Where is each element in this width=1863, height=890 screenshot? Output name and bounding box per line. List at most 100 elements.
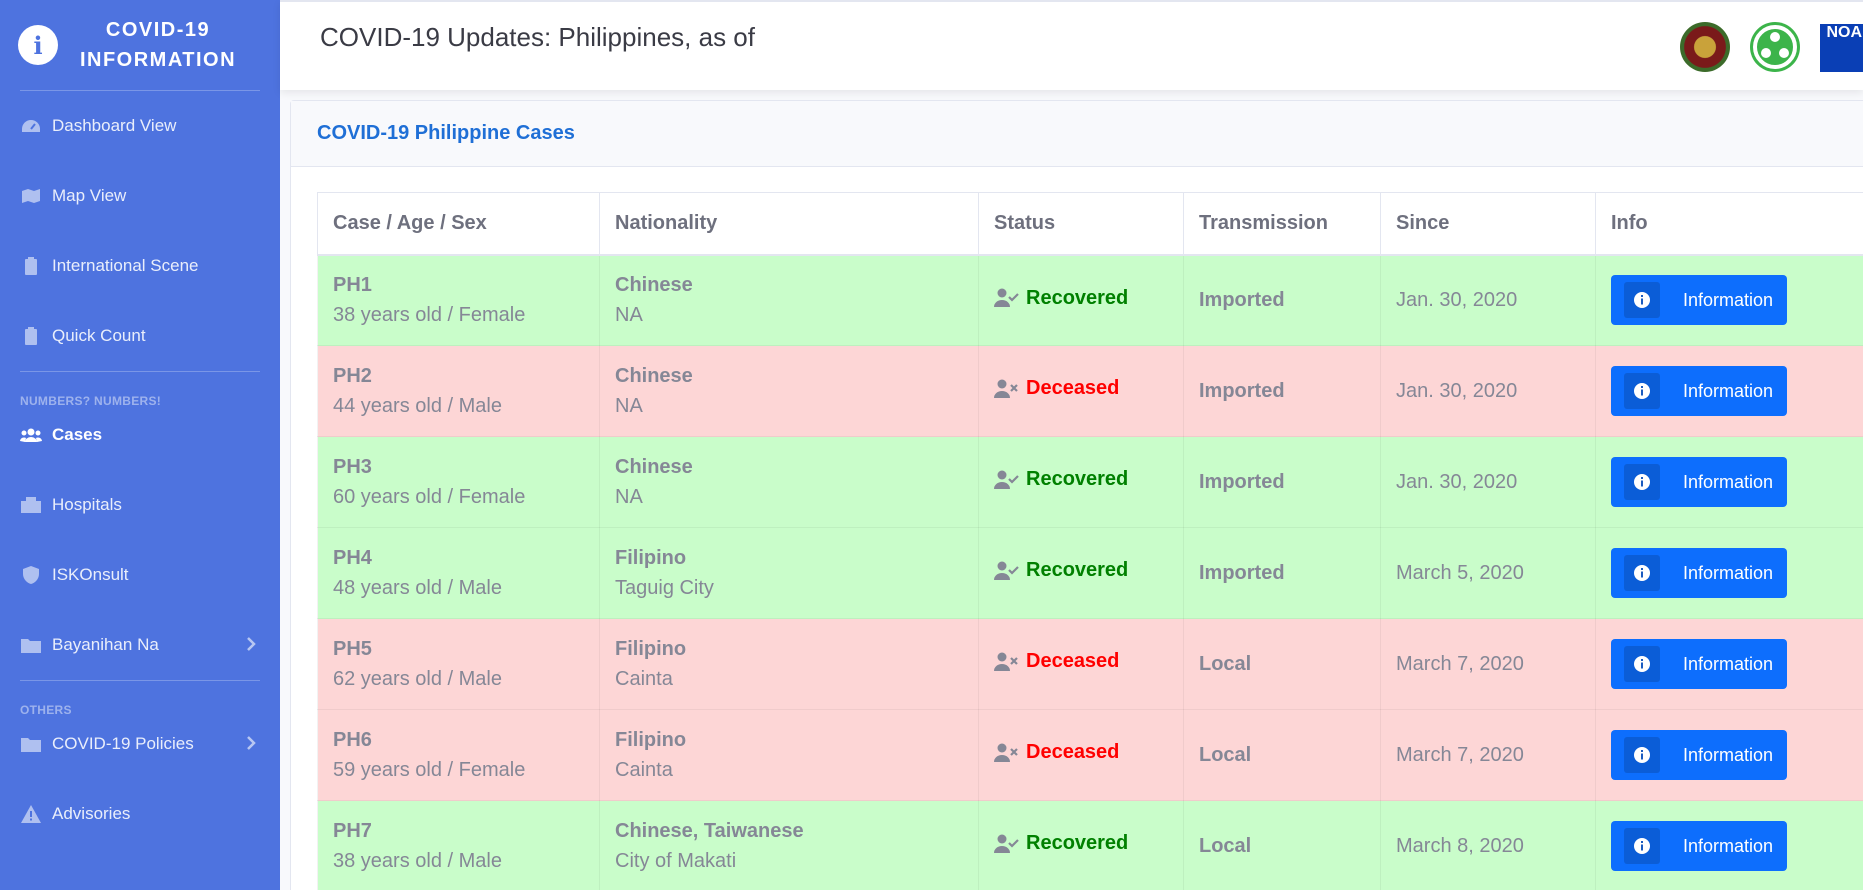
status-cell: Recovered bbox=[978, 436, 1184, 528]
status-text: Deceased bbox=[1026, 650, 1120, 673]
transmission-cell: Imported bbox=[1183, 436, 1381, 528]
column-header[interactable]: Status bbox=[978, 192, 1184, 256]
folder-icon bbox=[20, 736, 42, 752]
column-header[interactable]: Case / Age / Sex bbox=[317, 192, 600, 256]
information-button-label: Information bbox=[1683, 289, 1774, 310]
since-cell: Jan. 30, 2020 bbox=[1380, 254, 1596, 346]
tachometer-icon bbox=[20, 118, 42, 134]
cases-card: COVID-19 Philippine Cases Case / Age / S… bbox=[290, 100, 1863, 890]
sidebar-brand[interactable]: i COVID-19 INFORMATION bbox=[0, 0, 280, 90]
information-button[interactable]: Information bbox=[1611, 366, 1787, 416]
transmission: Imported bbox=[1199, 379, 1285, 402]
sidebar: i COVID-19 INFORMATION Dashboard View Ma… bbox=[0, 0, 280, 890]
transmission: Imported bbox=[1199, 288, 1285, 311]
status-badge: Deceased bbox=[994, 377, 1119, 400]
sidebar-item-covid-policies[interactable]: COVID-19 Policies bbox=[0, 709, 280, 779]
clipboard-icon bbox=[20, 327, 42, 345]
location: Taguig City bbox=[615, 577, 714, 599]
transmission-cell: Local bbox=[1183, 618, 1381, 710]
information-button-label: Information bbox=[1683, 471, 1774, 492]
case-id: PH3 bbox=[333, 456, 372, 478]
table-row: PH1 38 years old / Female Chinese NA Recover… bbox=[317, 254, 1863, 346]
status-text: Recovered bbox=[1026, 286, 1129, 309]
info-circle-icon bbox=[1624, 828, 1660, 864]
sidebar-item-label: Map View bbox=[52, 186, 127, 205]
sidebar-item-quick-count[interactable]: Quick Count bbox=[0, 301, 280, 371]
sidebar-item-label: International Scene bbox=[52, 256, 199, 275]
status-text: Recovered bbox=[1026, 832, 1129, 855]
sidebar-item-international-scene[interactable]: International Scene bbox=[0, 231, 280, 301]
sidebar-item-advisories[interactable]: Advisories bbox=[0, 779, 280, 849]
covid-logo bbox=[1750, 22, 1800, 72]
sidebar-item-label: COVID-19 Policies bbox=[52, 734, 194, 753]
brand-line-2: INFORMATION bbox=[79, 49, 237, 71]
information-button-label: Information bbox=[1683, 835, 1774, 856]
user-times-icon bbox=[994, 652, 1020, 672]
information-button[interactable]: Information bbox=[1611, 730, 1787, 780]
age-sex: 38 years old / Female bbox=[333, 304, 526, 327]
case-cell: PH4 48 years old / Male bbox=[317, 527, 600, 619]
nationality: Chinese bbox=[615, 274, 693, 297]
information-button[interactable]: Information bbox=[1611, 821, 1787, 871]
topbar: COVID-19 Updates: Philippines, as of NOA… bbox=[280, 0, 1863, 90]
sidebar-divider bbox=[20, 371, 260, 372]
since-date: Jan. 30, 2020 bbox=[1396, 379, 1518, 402]
user-check-icon bbox=[994, 561, 1020, 581]
information-button[interactable]: Information bbox=[1611, 275, 1787, 326]
column-header[interactable]: Since bbox=[1380, 192, 1596, 256]
status-badge: Deceased bbox=[994, 741, 1119, 764]
chevron-right-icon bbox=[246, 636, 256, 657]
user-times-icon bbox=[994, 379, 1020, 399]
transmission: Imported bbox=[1199, 561, 1285, 584]
column-header[interactable]: Info bbox=[1595, 192, 1863, 256]
cases-table: Case / Age / Sex Nationality Status Tran… bbox=[317, 192, 1863, 890]
sidebar-item-dashboard-view[interactable]: Dashboard View bbox=[0, 91, 280, 161]
clipboard-icon bbox=[20, 257, 42, 275]
status-cell: Deceased bbox=[978, 345, 1184, 437]
sidebar-item-map-view[interactable]: Map View bbox=[0, 161, 280, 231]
information-button[interactable]: Information bbox=[1611, 457, 1787, 507]
transmission-cell: Local bbox=[1183, 709, 1381, 801]
table-row: PH5 62 years old / Male Filipino Cainta Dece… bbox=[317, 618, 1863, 710]
case-id: PH7 bbox=[333, 820, 372, 842]
sidebar-item-hospitals[interactable]: Hospitals bbox=[0, 470, 280, 540]
column-header[interactable]: Nationality bbox=[599, 192, 979, 256]
noah-logo-text: NOAH bbox=[1826, 24, 1863, 41]
sidebar-item-label: Quick Count bbox=[52, 326, 146, 345]
age-sex: 38 years old / Male bbox=[333, 850, 502, 872]
chevron-right-icon bbox=[246, 735, 256, 756]
sidebar-item-label: Advisories bbox=[52, 804, 131, 823]
user-times-icon bbox=[994, 743, 1020, 763]
case-cell: PH2 44 years old / Male bbox=[317, 345, 600, 437]
since-date: March 7, 2020 bbox=[1396, 652, 1524, 675]
since-date: March 7, 2020 bbox=[1396, 743, 1524, 766]
column-header[interactable]: Transmission bbox=[1183, 192, 1381, 256]
status-badge: Recovered bbox=[994, 832, 1128, 855]
card-title: COVID-19 Philippine Cases bbox=[317, 122, 575, 144]
sidebar-item-iskonsult[interactable]: ISKOnsult bbox=[0, 540, 280, 610]
info-cell: Information bbox=[1595, 709, 1863, 801]
information-button[interactable]: Information bbox=[1611, 639, 1787, 689]
sidebar-divider bbox=[20, 680, 260, 681]
status-badge: Recovered bbox=[994, 287, 1128, 310]
location: City of Makati bbox=[615, 850, 737, 872]
noah-logo: NOAH bbox=[1820, 24, 1863, 72]
transmission: Local bbox=[1199, 743, 1252, 766]
since-date: Jan. 30, 2020 bbox=[1396, 470, 1518, 493]
status-cell: Deceased bbox=[978, 618, 1184, 710]
nationality: Chinese, Taiwanese bbox=[615, 820, 804, 842]
up-seal-logo bbox=[1680, 22, 1730, 72]
case-cell: PH7 38 years old / Male bbox=[317, 800, 600, 890]
info-circle-icon bbox=[1624, 555, 1660, 591]
sidebar-item-cases[interactable]: Cases bbox=[0, 400, 280, 470]
information-button[interactable]: Information bbox=[1611, 548, 1787, 598]
age-sex: 60 years old / Female bbox=[333, 486, 526, 508]
sidebar-item-bayanihan-na[interactable]: Bayanihan Na bbox=[0, 610, 280, 680]
since-date: March 5, 2020 bbox=[1396, 561, 1524, 584]
since-cell: March 7, 2020 bbox=[1380, 618, 1596, 710]
status-badge: Recovered bbox=[994, 559, 1128, 582]
case-cell: PH5 62 years old / Male bbox=[317, 618, 600, 710]
age-sex: 44 years old / Male bbox=[333, 395, 502, 417]
nationality-cell: Filipino Cainta bbox=[599, 709, 979, 801]
table-header-row: Case / Age / Sex Nationality Status Tran… bbox=[317, 192, 1863, 256]
